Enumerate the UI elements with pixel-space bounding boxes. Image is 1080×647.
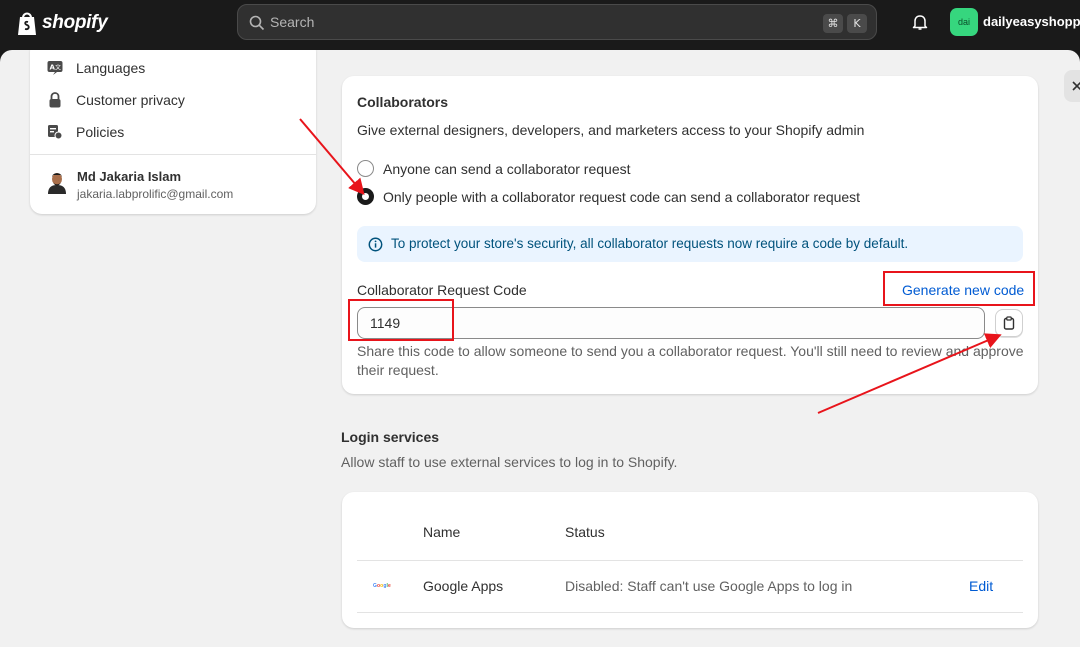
- login-services-title: Login services: [341, 429, 440, 445]
- search-icon: [249, 15, 265, 31]
- svg-text:文: 文: [55, 64, 61, 72]
- brand-name: shopify: [42, 12, 108, 33]
- radio-label: Anyone can send a collaborator request: [383, 160, 631, 177]
- user-name: Md Jakaria Islam: [77, 169, 182, 184]
- policy-icon: [48, 125, 63, 140]
- radio-anyone[interactable]: Anyone can send a collaborator request: [357, 160, 631, 177]
- row-divider: [357, 612, 1023, 613]
- radio-label: Only people with a collaborator request …: [383, 188, 861, 205]
- radio-button-checked[interactable]: [357, 188, 374, 205]
- sidebar-divider: [30, 154, 316, 155]
- google-logo: Google: [373, 583, 391, 589]
- shortcut-k-key: K: [847, 14, 867, 33]
- sidebar-item-customer-privacy[interactable]: Customer privacy: [46, 90, 185, 110]
- store-name[interactable]: dailyeasyshoppin: [983, 14, 1080, 29]
- info-icon: [368, 237, 383, 252]
- top-bar: shopify Search ⌘ K dai dailyeasyshoppin: [0, 0, 1080, 48]
- store-avatar[interactable]: dai: [950, 8, 978, 36]
- user-avatar[interactable]: [44, 168, 70, 194]
- code-label: Collaborator Request Code: [357, 282, 527, 298]
- shopify-bag-icon: [18, 12, 36, 35]
- radio-code-required[interactable]: Only people with a collaborator request …: [357, 188, 860, 205]
- translate-icon: A 文: [47, 61, 63, 75]
- notification-bell-icon[interactable]: [911, 13, 929, 31]
- login-services-description: Allow staff to use external services to …: [341, 454, 678, 470]
- sidebar-item-label: Policies: [76, 124, 125, 140]
- sidebar-item-policies[interactable]: Policies: [46, 122, 124, 142]
- copy-code-button[interactable]: [995, 309, 1023, 337]
- service-name: Google Apps: [423, 578, 504, 594]
- user-email: jakaria.labprolific@gmail.com: [77, 187, 234, 201]
- info-banner: To protect your store's security, all co…: [357, 226, 1023, 262]
- collaborators-description: Give external designers, developers, and…: [357, 122, 865, 138]
- service-status: Disabled: Staff can't use Google Apps to…: [565, 578, 853, 594]
- sidebar-item-label: Customer privacy: [76, 92, 185, 108]
- column-header-status: Status: [565, 524, 605, 540]
- close-panel-button[interactable]: [1064, 70, 1080, 102]
- column-header-name: Name: [423, 524, 461, 540]
- sidebar-item-languages[interactable]: A 文 Languages: [46, 58, 145, 78]
- shopify-logo[interactable]: shopify: [16, 10, 108, 36]
- annotation-box-code: [348, 299, 454, 341]
- clipboard-icon: [1003, 316, 1015, 330]
- close-icon: [1072, 81, 1080, 91]
- header-divider: [357, 560, 1023, 561]
- shortcut-cmd-key: ⌘: [823, 14, 843, 33]
- radio-button[interactable]: [357, 160, 374, 177]
- lock-icon: [49, 92, 61, 108]
- search-input[interactable]: Search ⌘ K: [237, 4, 877, 40]
- collaborators-title: Collaborators: [357, 94, 449, 110]
- code-help-text: Share this code to allow someone to send…: [357, 343, 1024, 378]
- settings-sidebar: A 文 Languages Customer privacy Policies: [30, 50, 316, 214]
- banner-text: To protect your store's security, all co…: [391, 236, 909, 251]
- collaborators-card: Collaborators Give external designers, d…: [342, 76, 1038, 394]
- search-placeholder: Search: [270, 14, 315, 30]
- content-area: A 文 Languages Customer privacy Policies: [0, 50, 1080, 647]
- annotation-box-generate: [883, 271, 1035, 306]
- login-services-table: Name Status Google Google Apps Disabled:…: [342, 492, 1038, 628]
- sidebar-item-label: Languages: [76, 60, 146, 76]
- edit-link[interactable]: Edit: [969, 578, 993, 594]
